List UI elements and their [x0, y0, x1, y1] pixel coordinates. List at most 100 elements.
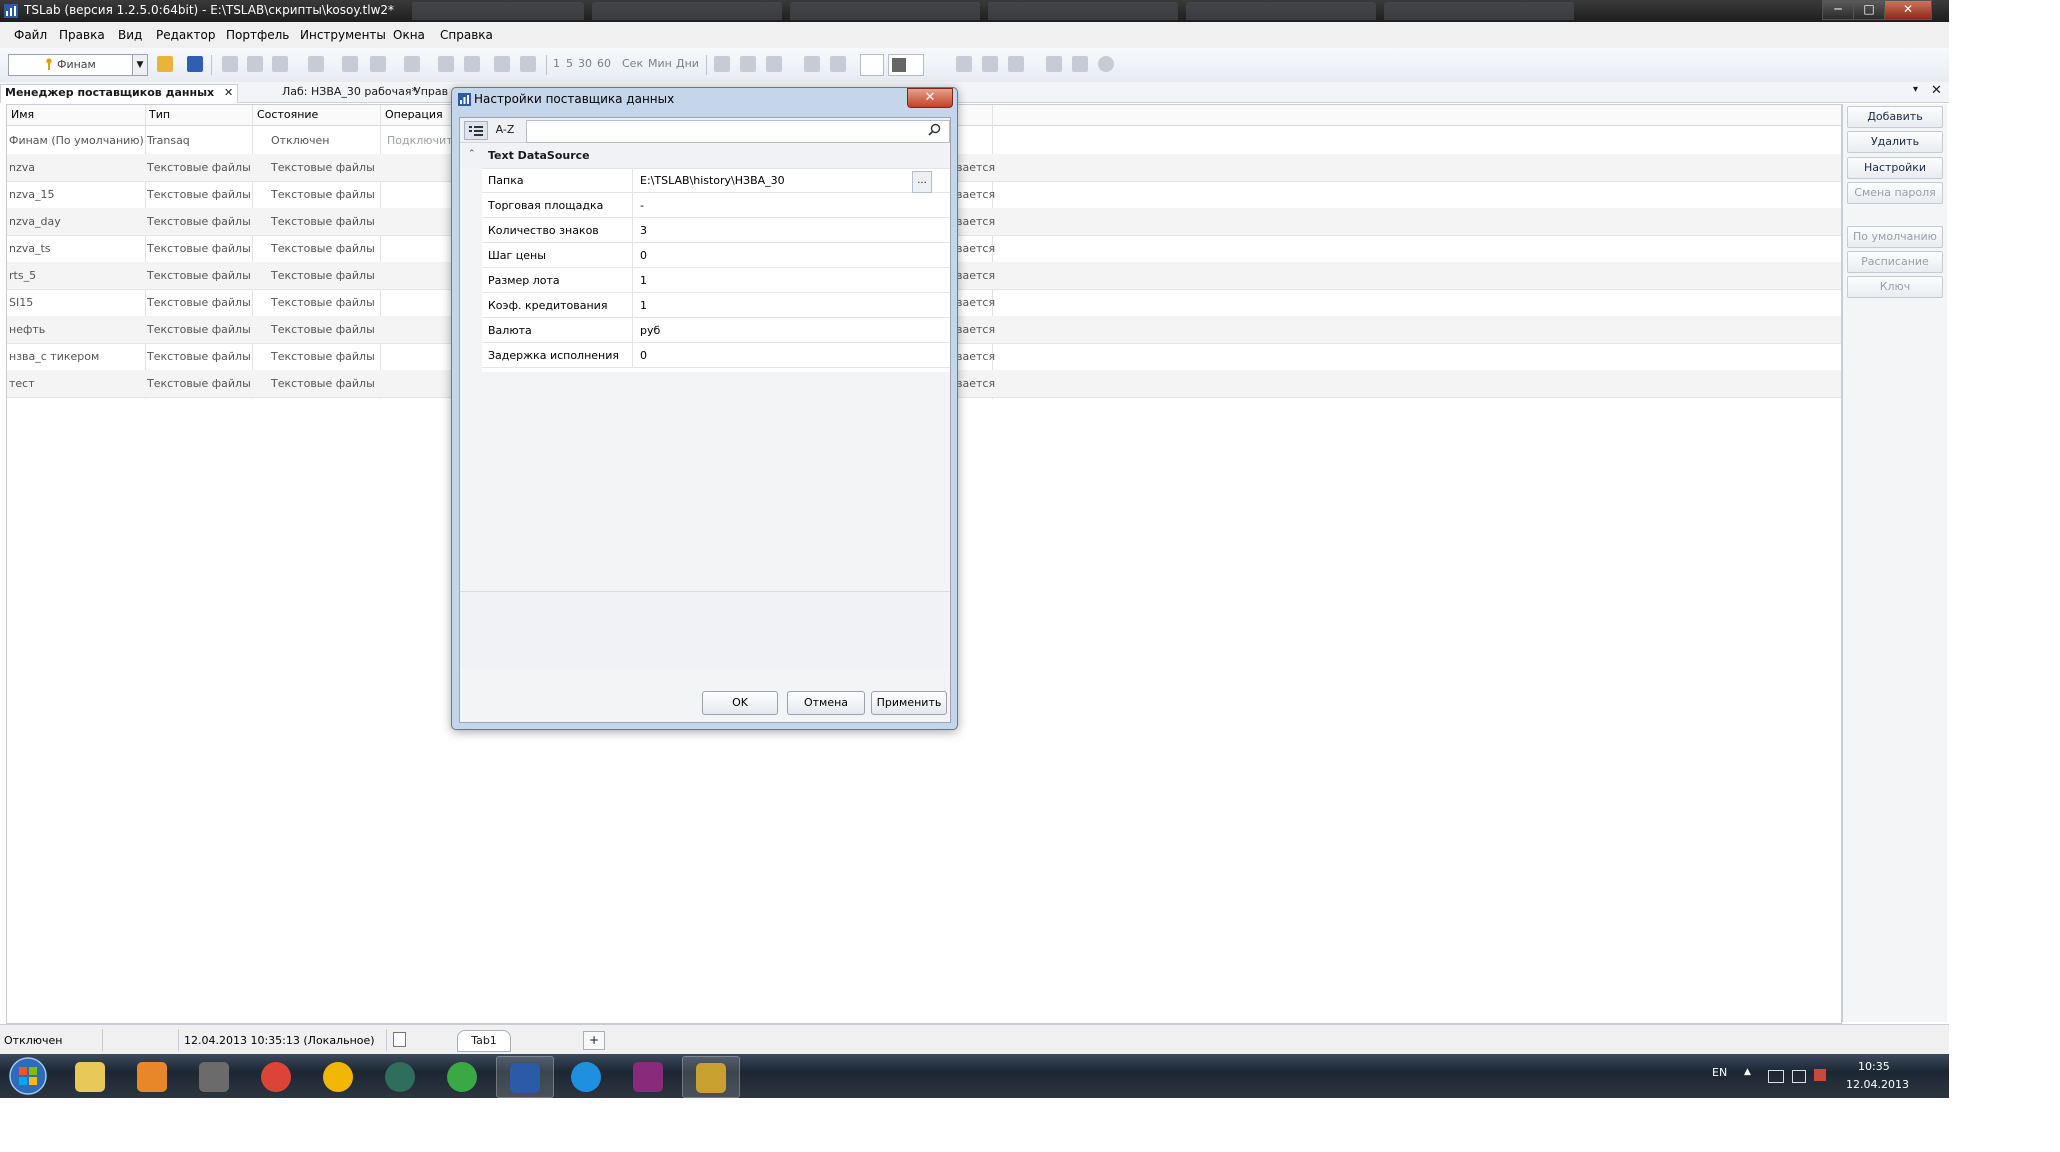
column-header-type[interactable]: Тип: [149, 108, 170, 121]
document-icon[interactable]: [404, 56, 420, 72]
property-row[interactable]: Задержка исполнения 0: [482, 343, 950, 368]
menu-help[interactable]: Справка: [440, 28, 493, 42]
cut-icon[interactable]: [247, 56, 263, 72]
menu-view[interactable]: Вид: [118, 28, 142, 42]
property-row[interactable]: Шаг цены 0: [482, 243, 950, 268]
line-icon[interactable]: [740, 56, 756, 72]
close-document-icon[interactable]: ✕: [1931, 83, 1942, 98]
browse-folder-button[interactable]: ...: [912, 171, 932, 193]
menu-tools[interactable]: Инструменты: [300, 28, 386, 42]
key-button[interactable]: Ключ: [1847, 276, 1943, 298]
open-layout-icon[interactable]: [1008, 56, 1024, 72]
delete-provider-button[interactable]: Удалить: [1847, 131, 1943, 153]
volume-icon[interactable]: [1792, 1070, 1806, 1083]
property-row[interactable]: Валюта руб: [482, 318, 950, 343]
network-icon[interactable]: [1768, 1070, 1784, 1083]
language-indicator[interactable]: EN: [1712, 1066, 1727, 1079]
tab-data-provider-manager[interactable]: Менеджер поставщиков данных ✕: [0, 84, 239, 103]
save-layout-icon[interactable]: [956, 56, 972, 72]
close-dialog-button[interactable]: ✕: [907, 88, 953, 108]
property-value[interactable]: руб: [640, 324, 660, 337]
paste-icon[interactable]: [272, 56, 288, 72]
taskbar-app[interactable]: [372, 1056, 428, 1096]
menu-editor[interactable]: Редактор: [156, 28, 215, 42]
taskbar-chrome[interactable]: [248, 1056, 304, 1096]
taskbar-archive[interactable]: [620, 1056, 676, 1096]
ok-button[interactable]: OK: [702, 691, 778, 715]
tab-tab1[interactable]: Tab1: [457, 1030, 511, 1052]
unit-days[interactable]: Дни: [676, 57, 699, 70]
delete-icon[interactable]: [308, 56, 324, 72]
copy-icon[interactable]: [222, 56, 238, 72]
taskbar-ie[interactable]: [558, 1056, 614, 1096]
menu-file[interactable]: Файл: [14, 28, 47, 42]
property-value[interactable]: E:\TSLAB\history\НЗВА_30: [640, 174, 785, 187]
taskbar-media-player[interactable]: [124, 1056, 180, 1096]
add-tab-button[interactable]: +: [583, 1031, 605, 1050]
tab-lab[interactable]: Лаб: НЗВА_30 рабочая*: [278, 84, 421, 102]
taskbar-money[interactable]: [434, 1056, 490, 1096]
taskbar-tslab[interactable]: [496, 1056, 554, 1098]
minimize-button[interactable]: ─: [1822, 0, 1854, 20]
horizontal-line-icon[interactable]: [766, 56, 782, 72]
close-window-button[interactable]: ✕: [1884, 0, 1932, 20]
property-row[interactable]: Коэф. кредитования 1: [482, 293, 950, 318]
portfolio-select[interactable]: Финам ▼: [8, 54, 148, 76]
property-search-input[interactable]: [526, 120, 950, 143]
line-style-dropdown[interactable]: [860, 54, 884, 76]
optimize-icon[interactable]: [464, 56, 480, 72]
tab-list-icon[interactable]: ▾: [1913, 84, 1918, 95]
save-all-icon[interactable]: [982, 56, 998, 72]
column-header-operation[interactable]: Операция: [385, 108, 443, 121]
unit-minutes[interactable]: Мин: [648, 57, 672, 70]
color-dropdown[interactable]: [888, 54, 924, 76]
tray-date[interactable]: 12.04.2013: [1846, 1078, 1909, 1091]
property-value[interactable]: 0: [640, 349, 647, 362]
provider-settings-button[interactable]: Настройки: [1847, 157, 1943, 179]
property-row[interactable]: Размер лота 1: [482, 268, 950, 293]
redo-icon[interactable]: [370, 56, 386, 72]
text-icon[interactable]: [830, 56, 846, 72]
collapse-icon[interactable]: ⌃: [468, 149, 476, 159]
cancel-button[interactable]: Отмена: [787, 691, 865, 715]
property-row[interactable]: Торговая площадка -: [482, 193, 950, 218]
column-header-state[interactable]: Состояние: [257, 108, 318, 121]
interval-5[interactable]: 5: [566, 57, 573, 70]
interval-30[interactable]: 30: [578, 57, 592, 70]
taskbar-1c[interactable]: [310, 1056, 366, 1096]
taskbar-tool[interactable]: [682, 1056, 740, 1098]
flag-icon[interactable]: [1814, 1069, 1826, 1081]
property-row[interactable]: Количество знаков 3: [482, 218, 950, 243]
globe-icon[interactable]: [1098, 56, 1114, 72]
property-value[interactable]: 1: [640, 274, 647, 287]
change-password-button[interactable]: Смена пароля: [1847, 182, 1943, 204]
open-folder-icon[interactable]: [157, 56, 173, 72]
menu-windows[interactable]: Окна: [393, 28, 425, 42]
interval-60[interactable]: 60: [597, 57, 611, 70]
category-row[interactable]: ⌃ Text DataSource: [460, 144, 950, 169]
tab-manage[interactable]: Управ: [410, 84, 452, 102]
property-value[interactable]: 0: [640, 249, 647, 262]
categorized-view-button[interactable]: [464, 121, 488, 140]
save-icon[interactable]: [187, 56, 203, 72]
tray-time[interactable]: 10:35: [1858, 1060, 1890, 1073]
maximize-button[interactable]: □: [1853, 0, 1885, 20]
step-icon[interactable]: [520, 56, 536, 72]
close-tab-icon[interactable]: ✕: [224, 86, 233, 99]
unit-seconds[interactable]: Сек: [622, 57, 643, 70]
taskbar-game[interactable]: [186, 1056, 242, 1096]
undo-icon[interactable]: [342, 56, 358, 72]
cursor-icon[interactable]: [714, 56, 730, 72]
property-row[interactable]: Папка E:\TSLAB\history\НЗВА_30: [482, 168, 950, 193]
page-icon[interactable]: [393, 1032, 406, 1047]
table-icon[interactable]: [1072, 56, 1088, 72]
play-icon[interactable]: [494, 56, 510, 72]
chart-icon[interactable]: [438, 56, 454, 72]
search-icon[interactable]: [928, 123, 941, 136]
menu-edit[interactable]: Правка: [59, 28, 105, 42]
sort-az-button[interactable]: A-Z: [492, 121, 518, 138]
property-value[interactable]: 3: [640, 224, 647, 237]
column-header-name[interactable]: Имя: [11, 108, 34, 121]
set-default-button[interactable]: По умолчанию: [1847, 226, 1943, 248]
schedule-button[interactable]: Расписание: [1847, 251, 1943, 273]
